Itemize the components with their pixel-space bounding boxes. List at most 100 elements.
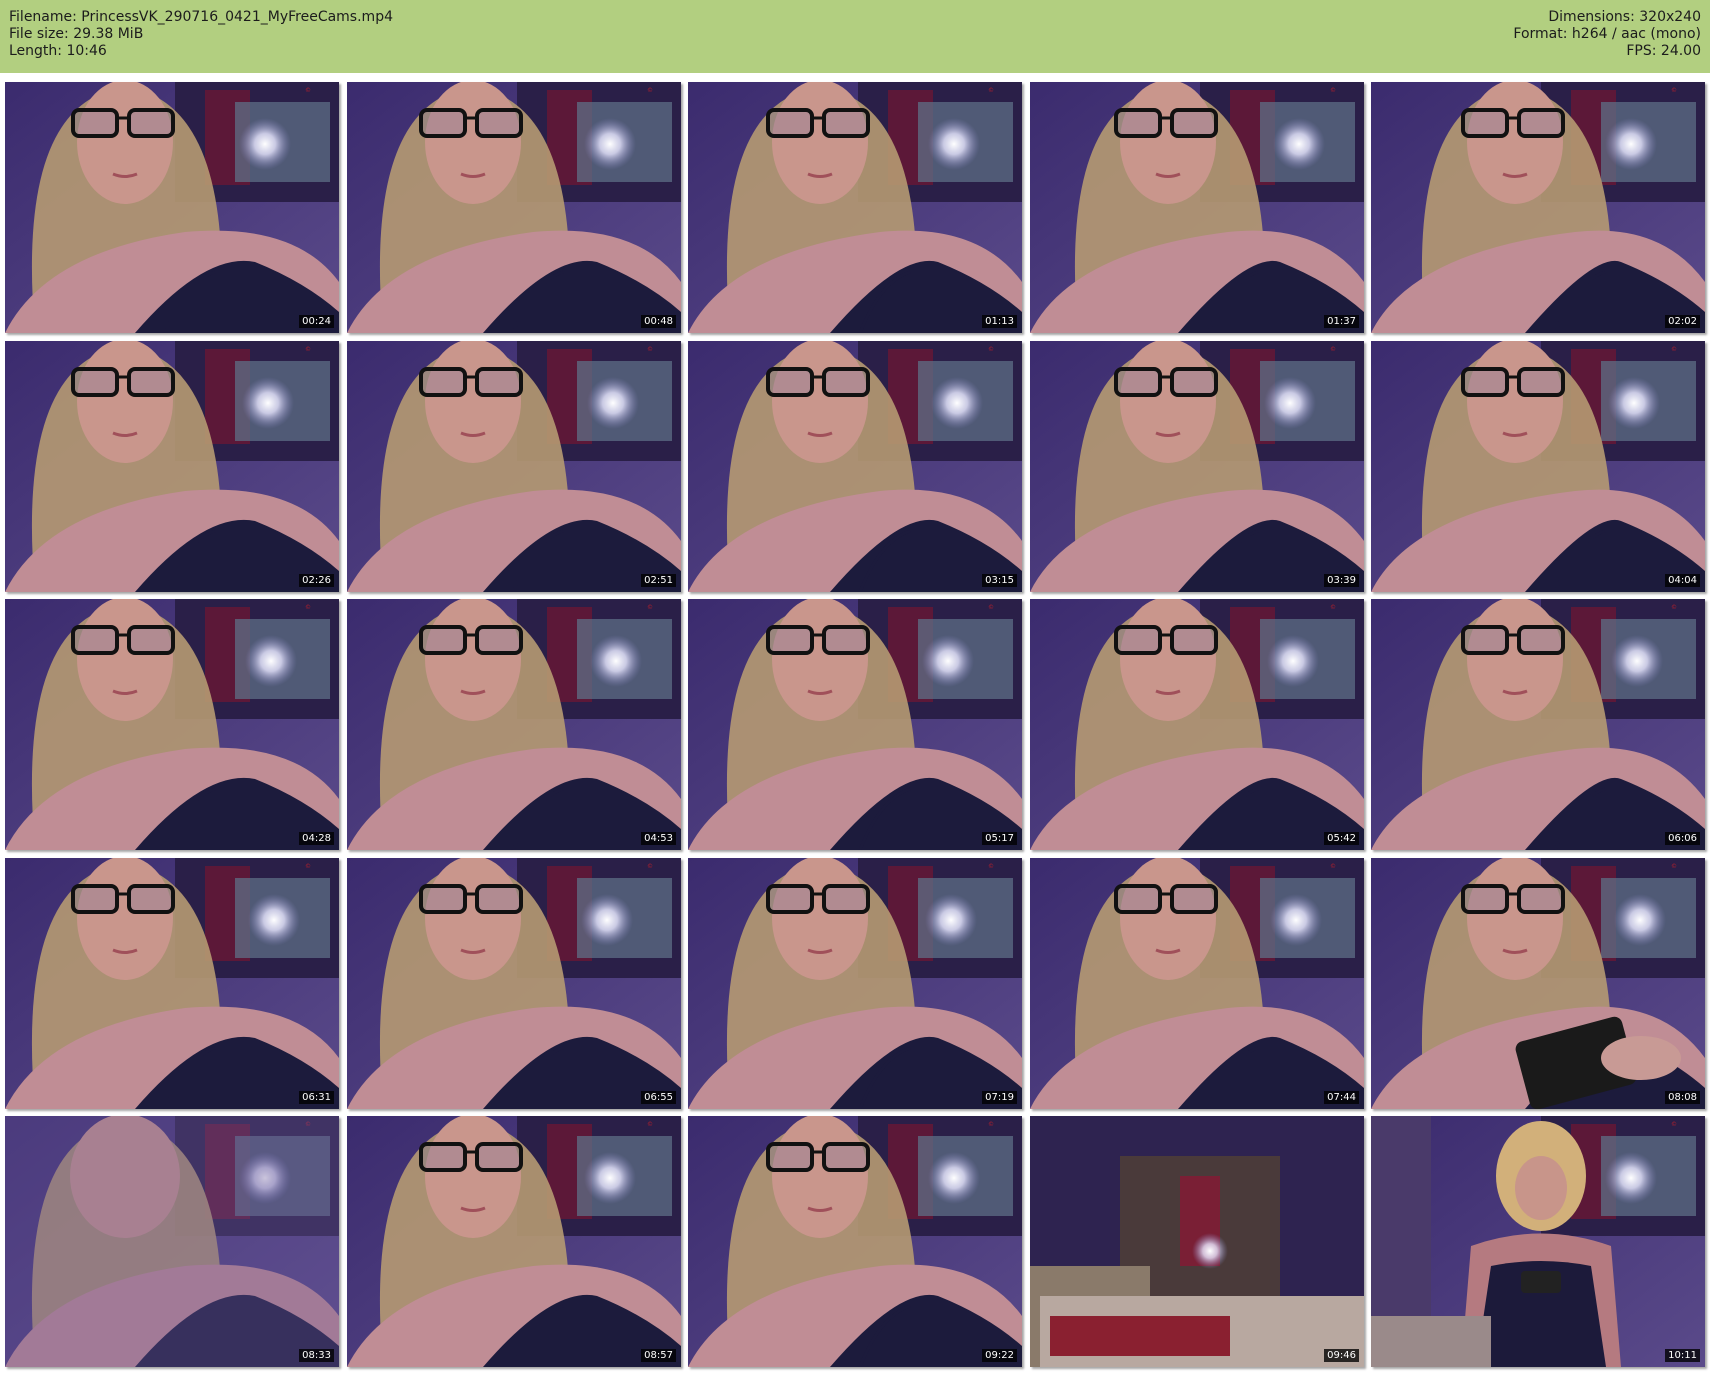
fps-text: FPS: 24.00 xyxy=(1626,43,1701,59)
svg-text:©: © xyxy=(1671,604,1677,611)
svg-text:©: © xyxy=(647,863,653,870)
thumbnail-timestamp: 06:06 xyxy=(1665,832,1700,845)
thumbnail-frame-image: © xyxy=(347,1116,681,1367)
thumbnail: © 02:51 xyxy=(347,341,681,592)
dimensions-text: Dimensions: 320x240 xyxy=(1548,9,1701,25)
info-right: Dimensions: 320x240 Format: h264 / aac (… xyxy=(1513,9,1701,60)
thumbnail-timestamp: 01:13 xyxy=(982,315,1017,328)
thumbnail-timestamp: 04:04 xyxy=(1665,574,1700,587)
info-left: Filename: PrincessVK_290716_0421_MyFreeC… xyxy=(9,9,393,60)
thumbnail: © 05:17 xyxy=(688,599,1022,850)
thumbnail-frame-image: © xyxy=(5,858,339,1109)
thumbnail: © 07:44 xyxy=(1030,858,1364,1109)
thumbnail-timestamp: 08:57 xyxy=(641,1349,676,1362)
svg-text:©: © xyxy=(988,863,994,870)
svg-text:©: © xyxy=(647,346,653,353)
thumbnail-frame-image: © xyxy=(1030,341,1364,592)
svg-text:©: © xyxy=(988,604,994,611)
thumbnail: © 06:31 xyxy=(5,858,339,1109)
svg-text:©: © xyxy=(647,1121,653,1128)
thumbnail-timestamp: 06:31 xyxy=(299,1091,334,1104)
thumbnail-frame-image: © xyxy=(5,82,339,333)
thumbnail-timestamp: 03:39 xyxy=(1324,574,1359,587)
thumbnail-timestamp: 01:37 xyxy=(1324,315,1359,328)
thumbnail-timestamp: 00:48 xyxy=(641,315,676,328)
thumbnail: © 04:28 xyxy=(5,599,339,850)
thumbnail-timestamp: 04:28 xyxy=(299,832,334,845)
thumbnail-frame-image: © xyxy=(347,82,681,333)
thumbnail: © 03:15 xyxy=(688,341,1022,592)
thumbnail-timestamp: 02:51 xyxy=(641,574,676,587)
thumbnail-timestamp: 07:19 xyxy=(982,1091,1017,1104)
thumbnail: © 08:57 xyxy=(347,1116,681,1367)
thumbnail-frame-image: © xyxy=(347,858,681,1109)
svg-text:©: © xyxy=(988,346,994,353)
format-text: Format: h264 / aac (mono) xyxy=(1513,26,1701,42)
thumbnail-frame-image: © xyxy=(5,599,339,850)
svg-text:©: © xyxy=(305,346,311,353)
thumbnail-frame-image: © xyxy=(1371,599,1705,850)
thumbnail-timestamp: 08:33 xyxy=(299,1349,334,1362)
thumbnail-frame-image: © xyxy=(688,599,1022,850)
file-size-text: File size: 29.38 MiB xyxy=(9,26,144,42)
thumbnail-timestamp: 02:02 xyxy=(1665,315,1700,328)
thumbnail: © 09:22 xyxy=(688,1116,1022,1367)
thumbnail-timestamp: 05:17 xyxy=(982,832,1017,845)
thumbnail-frame-image: © xyxy=(5,1116,339,1367)
thumbnail-timestamp: 09:46 xyxy=(1324,1349,1359,1362)
thumbnail: ©09:46 xyxy=(1030,1116,1364,1367)
thumbnail: © 01:13 xyxy=(688,82,1022,333)
thumbnail-frame-image: © xyxy=(1371,858,1705,1109)
thumbnail-timestamp: 07:44 xyxy=(1324,1091,1359,1104)
thumbnail: © 01:37 xyxy=(1030,82,1364,333)
svg-text:©: © xyxy=(305,863,311,870)
thumbnail-frame-image: © xyxy=(1030,858,1364,1109)
svg-text:©: © xyxy=(988,1121,994,1128)
thumbnail-timestamp: 03:15 xyxy=(982,574,1017,587)
svg-text:©: © xyxy=(988,87,994,94)
thumbnail: © 04:53 xyxy=(347,599,681,850)
svg-text:©: © xyxy=(647,87,653,94)
svg-text:©: © xyxy=(1671,863,1677,870)
svg-text:©: © xyxy=(1671,1121,1677,1128)
thumbnail: © 03:39 xyxy=(1030,341,1364,592)
svg-text:©: © xyxy=(1330,87,1336,94)
thumbnail-frame-image: © xyxy=(1030,82,1364,333)
svg-text:©: © xyxy=(647,604,653,611)
svg-text:©: © xyxy=(1671,87,1677,94)
svg-text:©: © xyxy=(305,87,311,94)
thumbnail-timestamp: 00:24 xyxy=(299,315,334,328)
thumbnail-frame-image: © xyxy=(347,599,681,850)
thumbnail-timestamp: 02:26 xyxy=(299,574,334,587)
info-header: Filename: PrincessVK_290716_0421_MyFreeC… xyxy=(0,0,1710,73)
length-text: Length: 10:46 xyxy=(9,43,107,59)
filename-text: Filename: PrincessVK_290716_0421_MyFreeC… xyxy=(9,9,393,25)
svg-text:©: © xyxy=(1330,863,1336,870)
thumbnail-timestamp: 09:22 xyxy=(982,1349,1017,1362)
thumbnail-frame-image: © xyxy=(688,341,1022,592)
thumbnail: © 04:04 xyxy=(1371,341,1705,592)
thumbnail-frame-image: © xyxy=(1030,1116,1364,1367)
thumbnail: © 10:11 xyxy=(1371,1116,1705,1367)
thumbnail: © 00:24 xyxy=(5,82,339,333)
thumbnail: © 07:19 xyxy=(688,858,1022,1109)
thumbnail-grid: © 00:24 © 00:48 © 01:13 © 01:37 © 02:02 © 02:26 © 02:… xyxy=(5,82,1705,1367)
thumbnail: © 02:02 xyxy=(1371,82,1705,333)
svg-text:©: © xyxy=(305,604,311,611)
thumbnail-frame-image: © xyxy=(1371,1116,1705,1367)
thumbnail-frame-image: © xyxy=(688,858,1022,1109)
thumbnail-timestamp: 05:42 xyxy=(1324,832,1359,845)
thumbnail-frame-image: © xyxy=(5,341,339,592)
thumbnail-frame-image: © xyxy=(1030,599,1364,850)
thumbnail-timestamp: 04:53 xyxy=(641,832,676,845)
thumbnail-frame-image: © xyxy=(688,82,1022,333)
thumbnail: © 06:06 xyxy=(1371,599,1705,850)
thumbnail-frame-image: © xyxy=(347,341,681,592)
svg-text:©: © xyxy=(1330,346,1336,353)
thumbnail: © 08:08 xyxy=(1371,858,1705,1109)
thumbnail: © 00:48 xyxy=(347,82,681,333)
thumbnail-frame-image: © xyxy=(1371,341,1705,592)
thumbnail-timestamp: 08:08 xyxy=(1665,1091,1700,1104)
thumbnail: © 08:33 xyxy=(5,1116,339,1367)
thumbnail: © 06:55 xyxy=(347,858,681,1109)
